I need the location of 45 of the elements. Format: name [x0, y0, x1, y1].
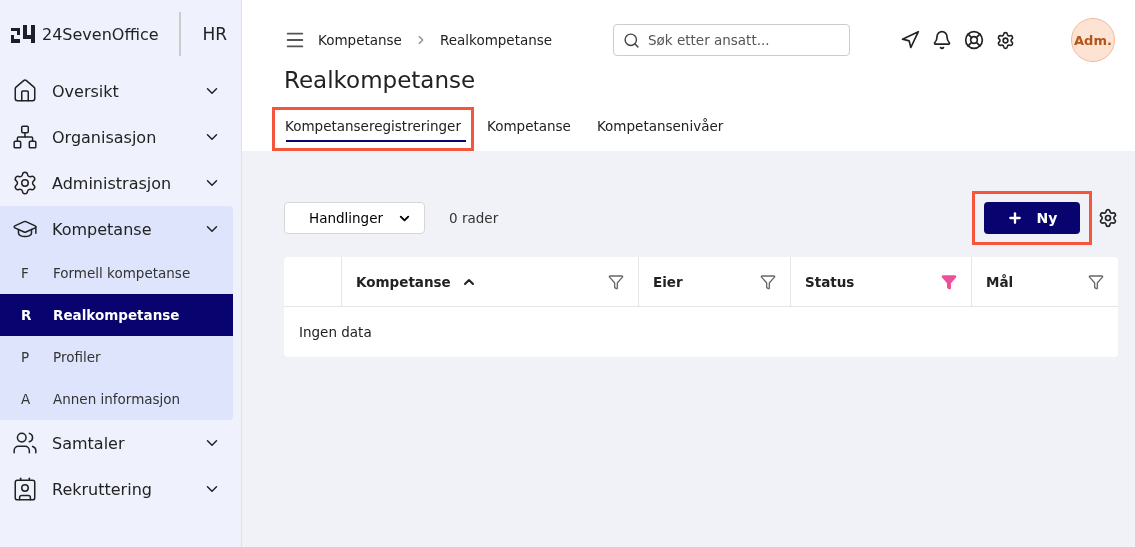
- nav-item[interactable]: F Formell kompetanse: [0, 252, 233, 294]
- gear-icon: [12, 170, 38, 196]
- nav-group[interactable]: Organisasjon: [0, 114, 233, 160]
- search-icon: [623, 32, 640, 49]
- help-icon[interactable]: [964, 30, 984, 50]
- user-avatar[interactable]: Adm.: [1071, 18, 1115, 62]
- filter-icon[interactable]: [941, 273, 957, 290]
- nav-item[interactable]: A Annen informasjon: [0, 378, 233, 420]
- plus-icon: [1006, 210, 1023, 226]
- tab[interactable]: Kompetanse: [474, 107, 584, 151]
- nav-group[interactable]: Rekruttering: [0, 466, 233, 512]
- search-field[interactable]: Søk etter ansatt...: [613, 24, 850, 56]
- nav-group[interactable]: Oversikt: [0, 68, 233, 114]
- column-header[interactable]: Kompetanse: [341, 257, 638, 306]
- breadcrumb-link[interactable]: Kompetanse: [318, 32, 402, 48]
- settings-icon[interactable]: [1098, 208, 1118, 228]
- breadcrumb-link[interactable]: Realkompetanse: [439, 32, 553, 48]
- brand-name: 24SevenOffice: [42, 24, 159, 44]
- column-header[interactable]: Status: [790, 257, 971, 306]
- filter-icon[interactable]: [608, 273, 624, 290]
- people-icon: [12, 430, 38, 456]
- empty-message: Ingen data: [298, 323, 373, 342]
- nav-group[interactable]: Samtaler: [0, 420, 233, 466]
- actions-dropdown[interactable]: Handlinger: [284, 202, 426, 234]
- nav-item[interactable]: R Realkompetanse: [0, 294, 233, 336]
- nav-group[interactable]: Kompetanse: [0, 206, 233, 252]
- column-header[interactable]: Mål: [971, 257, 1118, 306]
- nav-group[interactable]: Administrasjon: [0, 160, 233, 206]
- tab[interactable]: Kompetansenivåer: [583, 107, 737, 151]
- filter-icon[interactable]: [760, 273, 776, 290]
- nav-item[interactable]: P Profiler: [0, 336, 233, 378]
- tab[interactable]: Kompetanseregistreringer: [272, 107, 474, 151]
- page-title: Realkompetanse: [284, 67, 477, 93]
- settings-icon[interactable]: [996, 30, 1015, 50]
- row-count: 0 rader: [449, 210, 499, 226]
- id-card-icon: [12, 476, 38, 502]
- new-button[interactable]: Ny: [984, 202, 1080, 234]
- column-header[interactable]: Eier: [638, 257, 790, 306]
- module-name: HR: [202, 24, 228, 44]
- hierarchy-icon: [12, 124, 38, 150]
- bell-icon[interactable]: [932, 30, 952, 50]
- filter-icon[interactable]: [1088, 273, 1104, 290]
- house-icon: [12, 78, 38, 104]
- navigation-icon[interactable]: [900, 30, 920, 50]
- logo-icon: [10, 24, 36, 44]
